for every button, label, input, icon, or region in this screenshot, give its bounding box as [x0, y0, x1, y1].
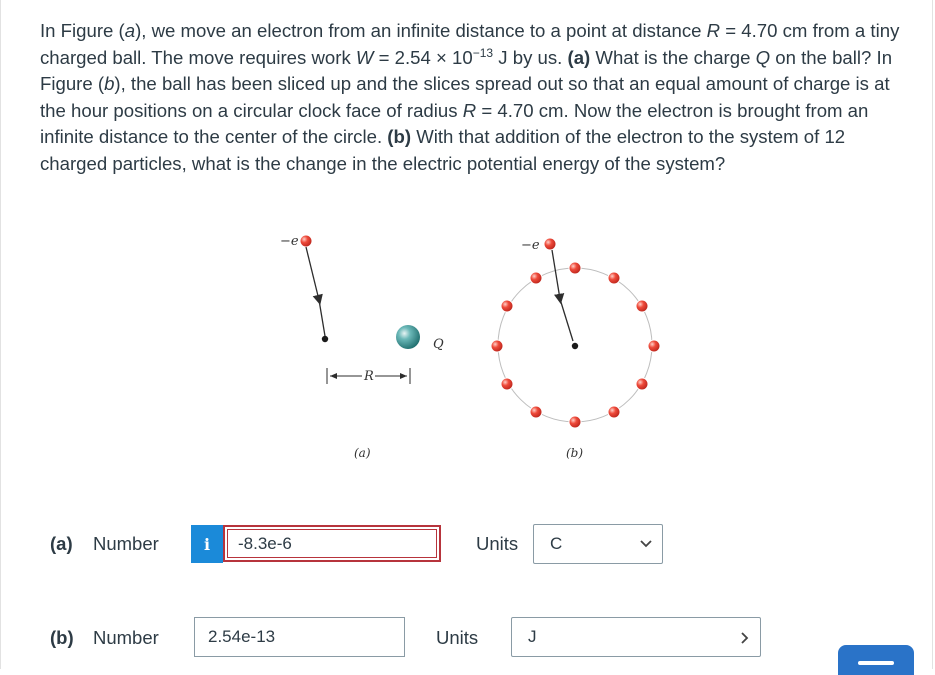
- charge-8: [500, 377, 514, 391]
- number-label-a: Number: [93, 533, 159, 554]
- endpoint-dot-a: [321, 335, 329, 343]
- charge-2: [635, 299, 649, 313]
- charge-1: [607, 271, 621, 285]
- units-label-b: Units: [436, 627, 479, 648]
- electron-b: [543, 237, 557, 251]
- question-text: In Figure (a), we move an electron from …: [40, 20, 900, 174]
- chevron-right-icon: [741, 632, 749, 644]
- part-a-label: (a): [50, 533, 73, 554]
- units-select-a-value: C: [550, 534, 563, 553]
- physics-figure: −e Q R (a) −e (b): [280, 234, 661, 460]
- path-arrow-b: [551, 249, 565, 305]
- answer-b-value: 2.54e-13: [208, 627, 276, 646]
- charge-4: [635, 377, 649, 391]
- answer-a-value: -8.3e-6: [238, 533, 292, 553]
- electron-label-a: −e: [280, 234, 299, 249]
- charge-10: [500, 299, 514, 313]
- floating-action-tab[interactable]: [838, 645, 914, 675]
- charge-6: [568, 415, 582, 429]
- distance-marker: R: [326, 368, 411, 384]
- figure-b: −e (b): [490, 237, 661, 460]
- units-label-a: Units: [476, 533, 519, 554]
- caption-a: (a): [354, 446, 371, 460]
- distance-label: R: [363, 369, 374, 384]
- part-b-label: (b): [50, 627, 74, 648]
- answer-b-input[interactable]: 2.54e-13: [194, 617, 405, 657]
- charge-5: [607, 405, 621, 419]
- electron-label-b: −e: [521, 238, 540, 253]
- center-dot: [571, 342, 579, 350]
- charge-11: [529, 271, 543, 285]
- caption-b: (b): [566, 446, 583, 460]
- answer-a-input[interactable]: -8.3e-6: [223, 525, 441, 562]
- info-icon[interactable]: i: [191, 525, 223, 563]
- number-label-b: Number: [93, 627, 159, 648]
- charge-12: [568, 261, 582, 275]
- units-select-b[interactable]: J: [511, 617, 761, 657]
- path-arrow-a: [305, 246, 323, 306]
- chevron-down-icon: [640, 540, 652, 548]
- figure-a: −e Q R (a): [280, 234, 444, 460]
- charge-label: Q: [433, 337, 444, 352]
- charge-7: [529, 405, 543, 419]
- charge-9: [490, 339, 504, 353]
- units-select-b-value: J: [528, 627, 537, 646]
- charged-ball: [396, 325, 420, 349]
- charge-3: [647, 339, 661, 353]
- units-select-a[interactable]: C: [533, 524, 663, 564]
- electron-a: [299, 234, 313, 248]
